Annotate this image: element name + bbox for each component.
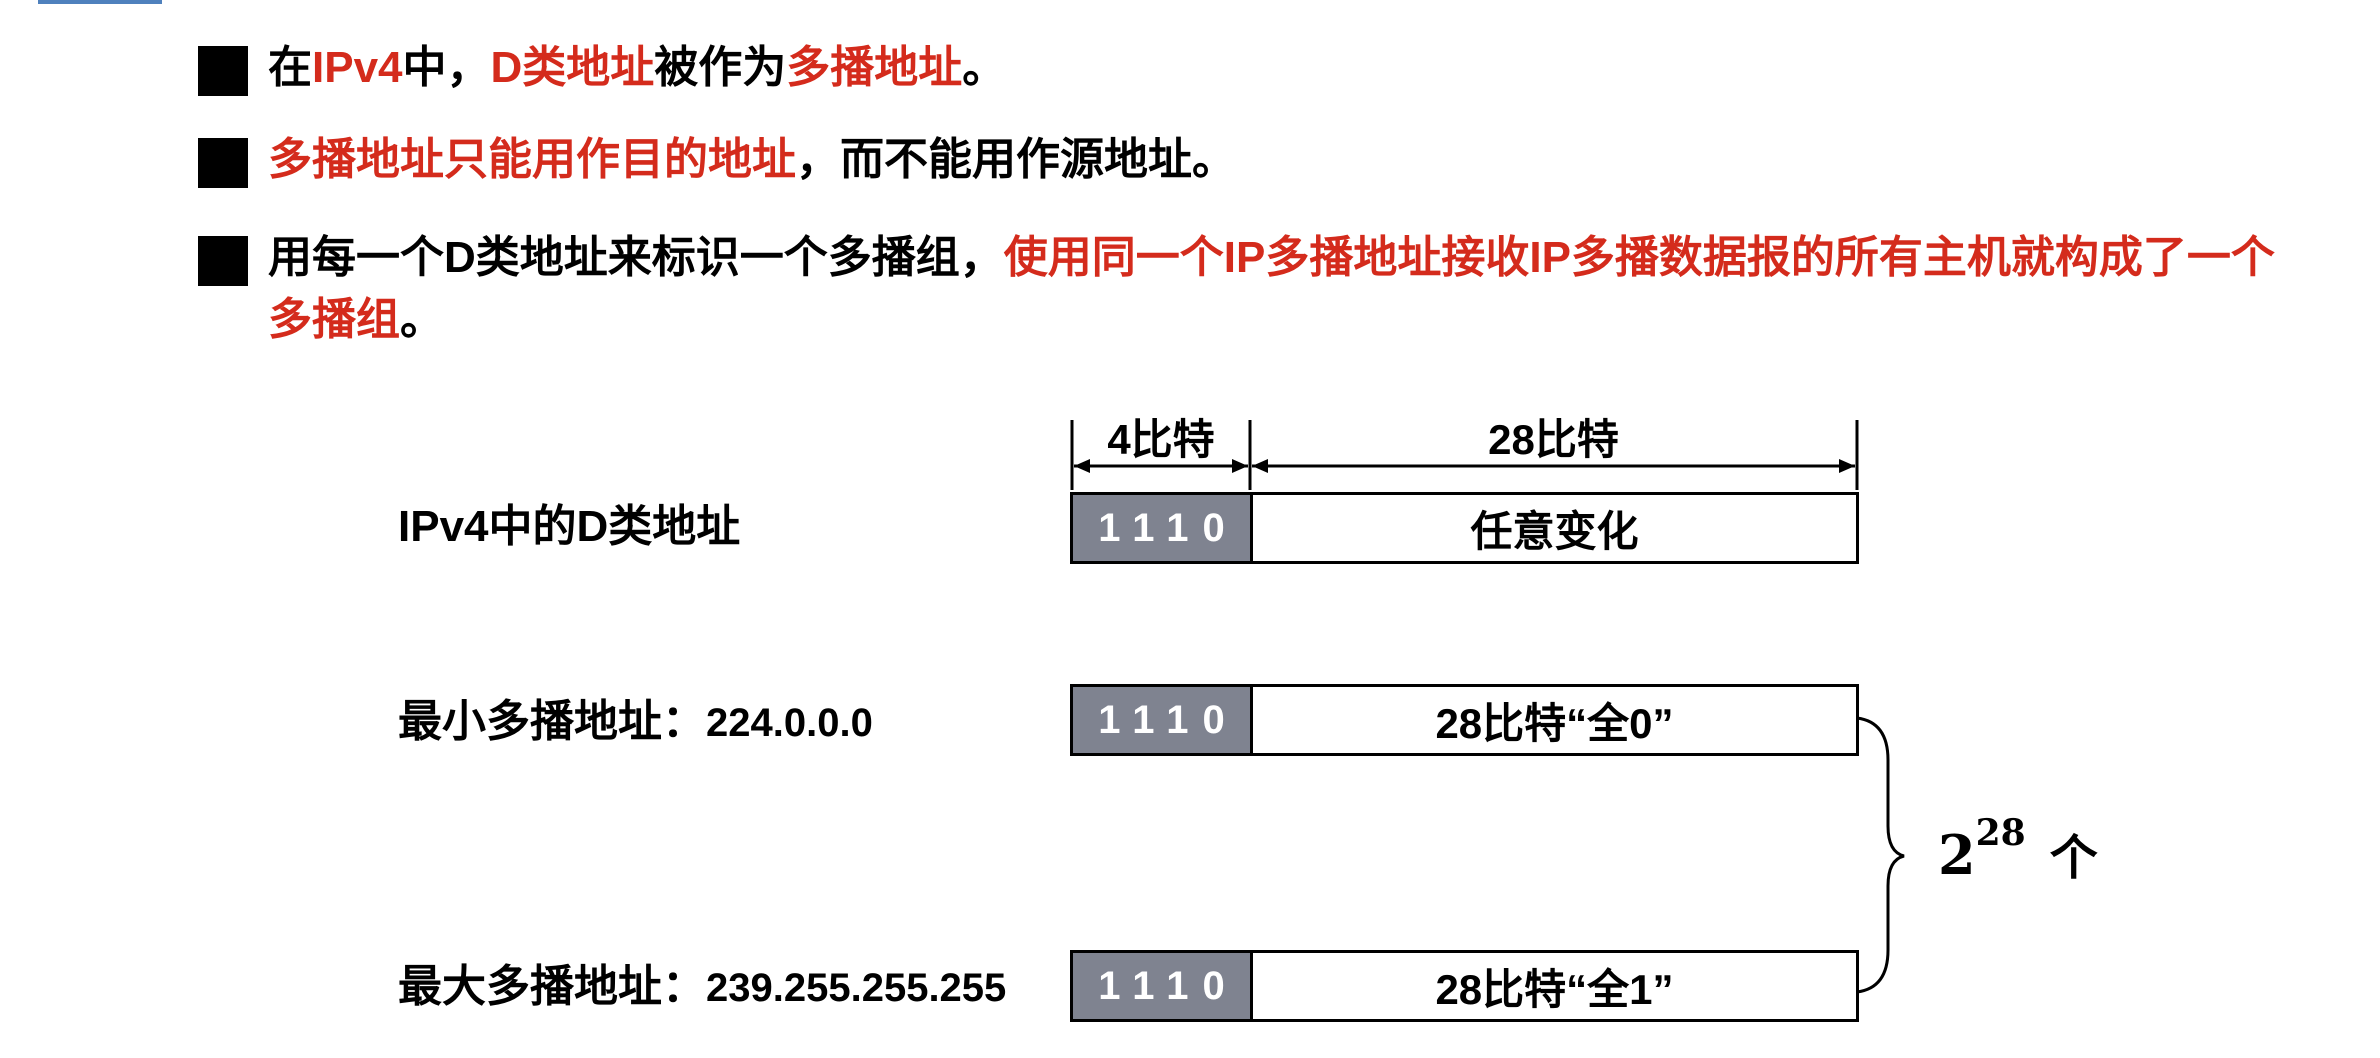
ip-address: 239.255.255.255: [706, 966, 1007, 1010]
field-cell: 28比特“全0”: [1250, 684, 1859, 756]
row-label-text: 最小多播地址：: [398, 697, 706, 746]
count-exponent: 28: [1975, 812, 2026, 854]
count-base: 2: [1938, 823, 1976, 887]
row-label-max-multicast: 最大多播地址：239.255.255.255: [398, 962, 1006, 1013]
row-label-class-d: IPv4中的D类地址: [398, 502, 740, 552]
header-28-bits: 28比特: [1488, 416, 1619, 463]
curly-brace-icon: [1856, 716, 1905, 994]
field-cell: 28比特“全1”: [1250, 950, 1859, 1022]
field-cell: 任意变化: [1250, 492, 1859, 564]
row-label-text: 最大多播地址：: [398, 962, 706, 1011]
ip-address: 224.0.0.0: [706, 701, 873, 745]
prefix-cell: 1110: [1070, 950, 1253, 1022]
prefix-cell: 1110: [1070, 492, 1253, 564]
prefix-cell: 1110: [1070, 684, 1253, 756]
header-4-bits: 4比特: [1107, 416, 1215, 463]
count-unit: 个: [2049, 832, 2098, 885]
address-count: 228 个: [1938, 812, 2098, 888]
row-label-text: IPv4中的D类地址: [398, 502, 741, 551]
row-label-min-multicast: 最小多播地址：224.0.0.0: [398, 697, 873, 748]
